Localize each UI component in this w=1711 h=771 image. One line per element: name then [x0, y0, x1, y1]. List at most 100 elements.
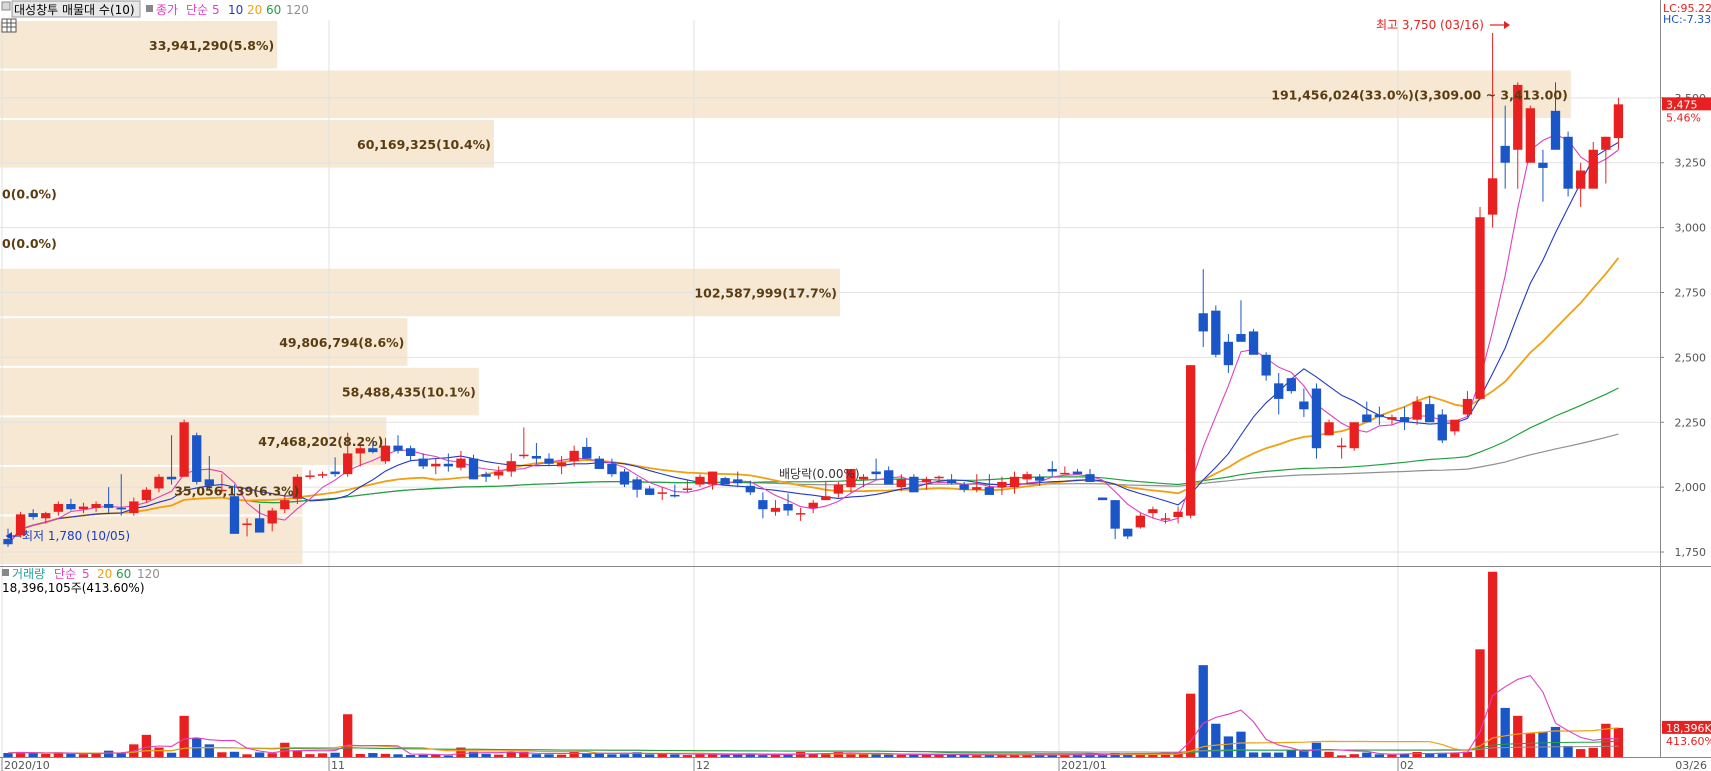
profile-label: 60,169,325(10.4%) — [357, 137, 491, 152]
candle-up — [1588, 149, 1598, 189]
volume-bar — [1274, 752, 1284, 757]
candle-up — [1060, 472, 1070, 475]
current-price-label: 3,475 — [1666, 98, 1698, 111]
legend-marker — [146, 5, 153, 12]
candle-up — [934, 476, 944, 479]
candle-down — [1563, 136, 1573, 189]
candle-down — [758, 500, 768, 510]
candle-down — [1362, 414, 1372, 423]
volume-bar — [556, 754, 567, 757]
profile-label: 0(0.0%) — [2, 186, 57, 201]
legend-close: 종가 — [156, 3, 178, 17]
volume-bar — [330, 752, 340, 757]
candle-down — [1097, 497, 1108, 501]
candle-down — [1123, 528, 1133, 537]
volume-legend-ma-type: 단순 — [54, 567, 76, 581]
volume-bar — [544, 754, 554, 757]
volume-bar — [1412, 751, 1422, 757]
volume-legend-ma60: 60 — [116, 567, 131, 581]
volume-bar — [858, 754, 869, 757]
candle-down — [229, 496, 240, 534]
candle-up — [682, 488, 693, 490]
volume-bar — [154, 747, 164, 757]
candle-down — [531, 456, 542, 459]
candle-down — [468, 458, 479, 480]
volume-bar — [393, 754, 403, 757]
candle-up — [494, 471, 504, 476]
date-label: 2020/10 — [4, 759, 50, 771]
volume-bar — [66, 753, 76, 757]
candle-down — [745, 485, 755, 493]
profile-label: 191,456,024(33.0%)(3,309.00 ~ 3,413.00) — [1271, 87, 1568, 102]
candle-up — [997, 481, 1007, 488]
volume-bar — [380, 753, 391, 757]
date-axis-band — [0, 757, 1711, 771]
volume-bar — [242, 754, 252, 757]
candle-down — [1437, 414, 1447, 441]
candle-up — [1324, 422, 1334, 436]
volume-bar — [607, 754, 617, 757]
candle-down — [3, 539, 13, 545]
volume-bar — [229, 751, 240, 757]
profile-label: 33,941,290(5.8%) — [149, 38, 274, 53]
candle-down — [984, 487, 995, 495]
date-label: 03/26 — [1675, 759, 1707, 771]
volume-bar — [317, 753, 328, 757]
volume-bar — [959, 754, 969, 757]
grid-icon[interactable] — [1, 18, 17, 33]
legend-ma20: 20 — [247, 3, 262, 17]
candle-up — [1601, 136, 1611, 150]
profile-label: 58,488,435(10.1%) — [342, 385, 476, 400]
profile-label: 35,056,139(6.3%) — [174, 484, 299, 499]
price-tick-label: 2,000 — [1675, 481, 1707, 494]
candle-up — [154, 476, 164, 489]
price-chart[interactable]: 35,056,139(6.3%) 47,468,202(8.2%) 58,488,4… — [0, 0, 1711, 771]
candle-down — [783, 504, 793, 511]
candle-down — [1500, 145, 1510, 163]
candle-up — [795, 513, 806, 515]
volume-info: 18,396,105주(413.60%) — [2, 581, 145, 595]
price-tick-label: 3,000 — [1675, 222, 1707, 235]
candle-down — [670, 494, 680, 497]
volume-bar — [619, 754, 630, 757]
current-volume-ratio: 413.60% — [1666, 735, 1711, 748]
candle-up — [267, 510, 277, 524]
volume-bar — [531, 754, 542, 757]
volume-bar — [1236, 731, 1246, 757]
candle-down — [1261, 354, 1271, 376]
dividend-annotation: 배당락(0.00%) — [779, 467, 860, 481]
candle-down — [1198, 313, 1208, 332]
volume-bar — [1324, 751, 1334, 757]
volume-legend-ma20: 20 — [97, 567, 112, 581]
candle-up — [1576, 170, 1586, 189]
candle-up — [41, 513, 51, 519]
candle-up — [456, 458, 466, 468]
volume-bar — [569, 751, 579, 757]
candle-down — [405, 448, 416, 456]
candle-up — [129, 501, 139, 514]
volume-bar — [909, 754, 919, 757]
candle-down — [1211, 310, 1221, 355]
candle-down — [1274, 383, 1284, 399]
volume-bar — [280, 742, 290, 757]
legend-marker — [1, 1, 11, 11]
volume-bar — [506, 752, 516, 757]
candle-down — [619, 471, 630, 485]
candle-up — [91, 504, 101, 508]
candle-up — [695, 476, 705, 485]
candle-up — [280, 500, 290, 510]
volume-bar — [1286, 749, 1296, 757]
volume-bar — [1198, 665, 1208, 757]
volume-bar — [1362, 752, 1372, 757]
candle-down — [481, 474, 491, 477]
candle-down — [166, 476, 177, 480]
candle-up — [242, 523, 252, 525]
candle-down — [1374, 414, 1385, 418]
candle-down — [884, 470, 894, 485]
candle-up — [1009, 476, 1020, 488]
candle-up — [921, 479, 932, 482]
volume-bar — [267, 753, 277, 757]
candle-up — [1487, 178, 1498, 215]
candle-up — [707, 471, 718, 485]
candle-down — [644, 488, 655, 495]
